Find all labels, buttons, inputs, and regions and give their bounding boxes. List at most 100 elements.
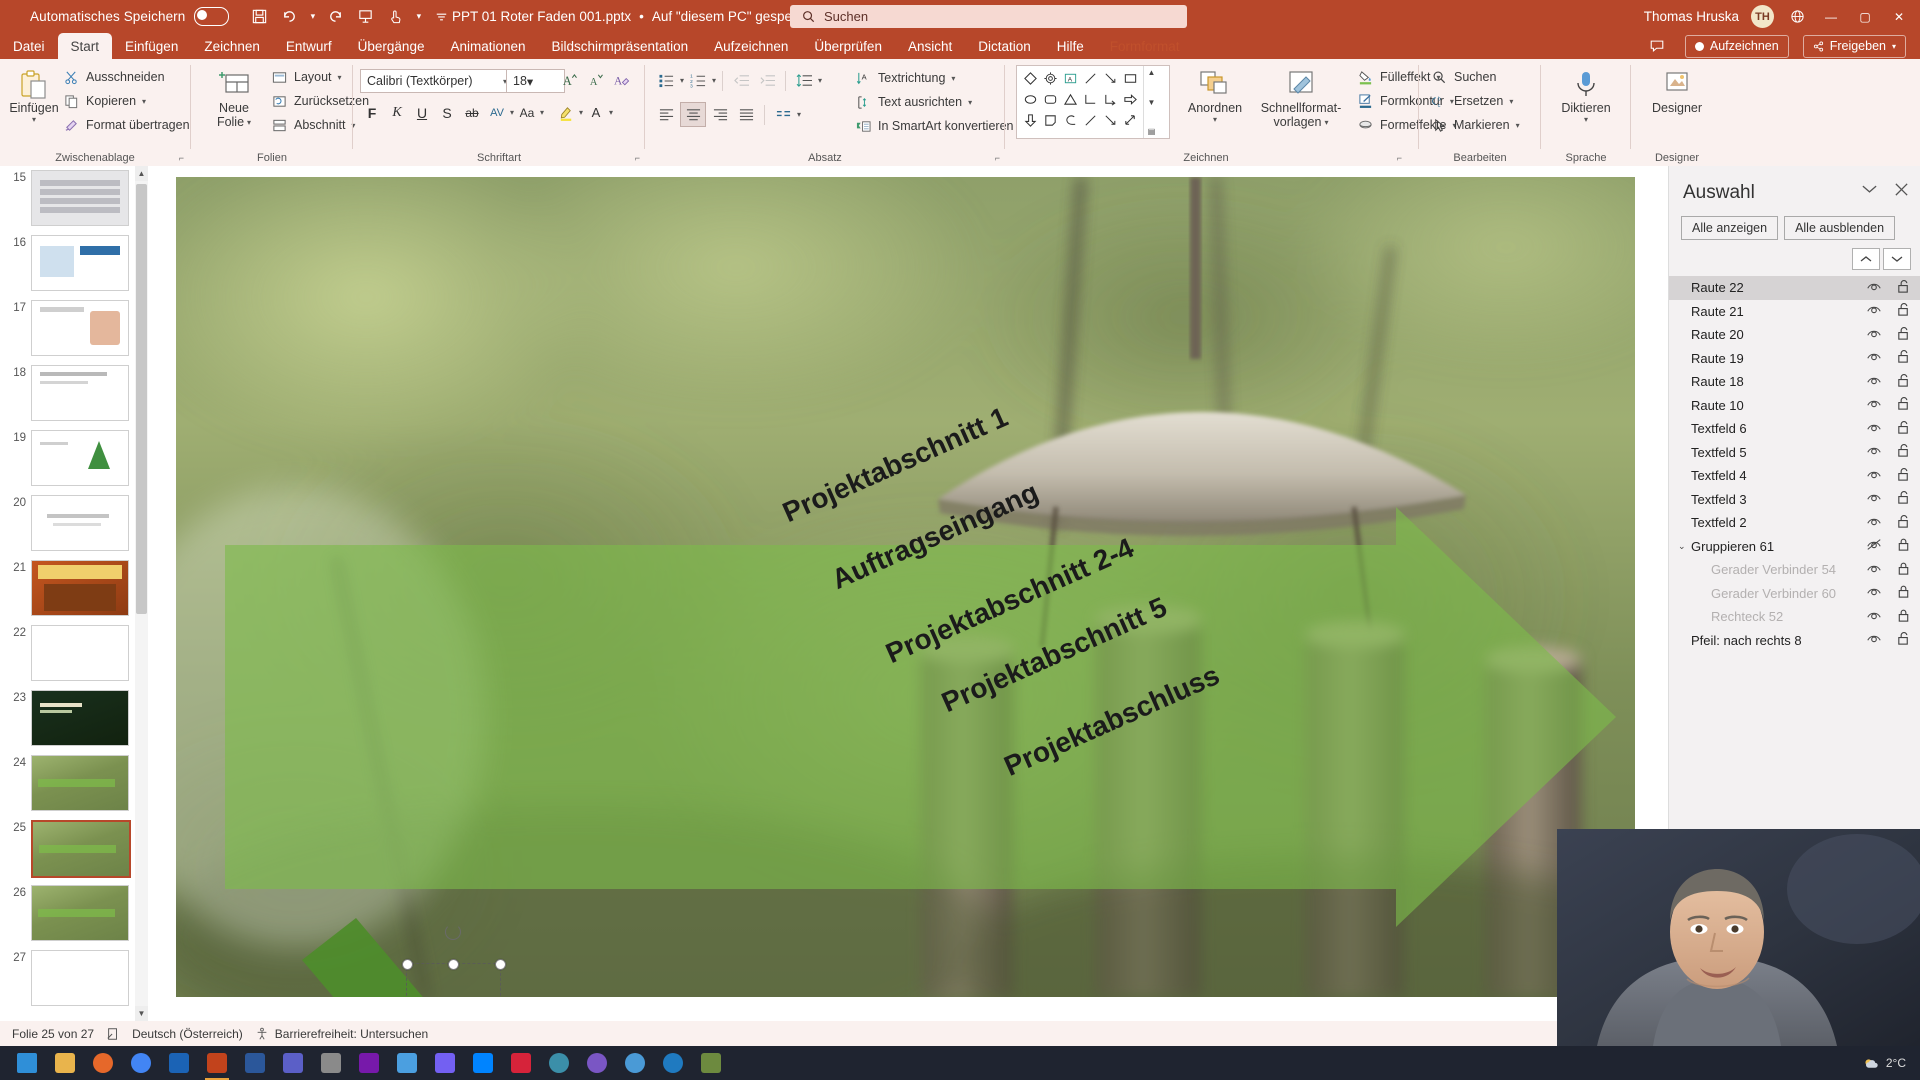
tab-hilfe[interactable]: Hilfe (1044, 33, 1097, 59)
thumbnail-row[interactable]: 23 (0, 690, 148, 746)
shadow-button[interactable]: S (435, 101, 459, 124)
tab-bildschirmpr-sentation[interactable]: Bildschirmpräsentation (539, 33, 702, 59)
increase-indent-button[interactable] (755, 69, 779, 92)
dictate-dropdown-icon[interactable]: ▾ (1584, 115, 1588, 124)
dictate-button[interactable]: Diktieren ▾ (1556, 67, 1616, 125)
thumbnail-row[interactable]: 19 (0, 430, 148, 486)
font-size-dropdown-icon[interactable]: ▾ (527, 74, 533, 89)
shape-oval-icon[interactable] (1020, 89, 1040, 110)
taskbar-camtasia[interactable] (312, 1046, 350, 1080)
close-icon[interactable]: ✕ (1888, 6, 1910, 28)
format-painter-button[interactable]: Format übertragen (62, 116, 190, 134)
lock-closed-icon[interactable] (1896, 584, 1911, 602)
font-name-combo[interactable]: Calibri (Textkörper) ▾ (360, 69, 514, 93)
tab-entwurf[interactable]: Entwurf (273, 33, 345, 59)
highlight-dropdown-icon[interactable]: ▾ (579, 108, 583, 117)
show-all-button[interactable]: Alle anzeigen (1681, 216, 1779, 240)
lock-open-icon[interactable] (1896, 279, 1911, 297)
font-color-dropdown-icon[interactable]: ▾ (609, 108, 613, 117)
text-highlight-button[interactable] (554, 101, 578, 124)
eye-visible-icon[interactable] (1866, 444, 1882, 460)
eye-visible-icon[interactable] (1866, 421, 1882, 437)
restore-icon[interactable]: ▢ (1854, 6, 1876, 28)
eye-visible-icon[interactable] (1866, 515, 1882, 531)
paste-dropdown-icon[interactable]: ▾ (32, 115, 36, 124)
eye-hidden-icon[interactable] (1866, 538, 1882, 554)
thumbnail-slide-15[interactable] (31, 170, 129, 226)
align-center-button[interactable] (680, 102, 706, 127)
touch-dropdown-icon[interactable]: ▾ (412, 11, 425, 22)
start-slideshow-icon[interactable] (352, 3, 379, 30)
text-direction-button[interactable]: A Textrichtung ▾ (854, 69, 955, 87)
arrange-dropdown-icon[interactable]: ▾ (1213, 115, 1217, 124)
selection-pane-item[interactable]: Textfeld 5 (1669, 441, 1920, 465)
slide-thumbnail-pane[interactable]: 15 16 17 18 19 20 21 22 23 24 25 26 27 (0, 166, 149, 1021)
clear-formatting-button[interactable]: A (609, 69, 633, 92)
align-right-button[interactable] (708, 103, 732, 126)
columns-dropdown-icon[interactable]: ▾ (797, 110, 801, 119)
eye-visible-icon[interactable] (1866, 632, 1882, 648)
justify-button[interactable] (734, 103, 758, 126)
taskbar-outlook[interactable] (160, 1046, 198, 1080)
line-spacing-dropdown-icon[interactable]: ▾ (818, 76, 822, 85)
line-spacing-button[interactable] (792, 69, 816, 92)
taskbar-media-player[interactable] (540, 1046, 578, 1080)
lock-open-icon[interactable] (1896, 467, 1911, 485)
paste-button[interactable]: Einfügen ▾ (8, 67, 60, 125)
shape-block-arrow-icon[interactable] (1120, 89, 1140, 110)
bullets-button[interactable] (654, 69, 678, 92)
copy-button[interactable]: Kopieren ▾ (62, 92, 146, 110)
selection-pane-item[interactable]: Raute 21 (1669, 300, 1920, 324)
shapes-more-icon[interactable]: ▤ (1148, 127, 1156, 136)
thumbnail-slide-22[interactable] (31, 625, 129, 681)
thumbnail-slide-18[interactable] (31, 365, 129, 421)
shape-line-icon[interactable] (1080, 68, 1100, 89)
drawing-dialog-launcher-icon[interactable]: ⌐ (1397, 153, 1402, 163)
taskbar-chrome[interactable] (122, 1046, 160, 1080)
tab--berpr-fen[interactable]: Überprüfen (801, 33, 895, 59)
find-button[interactable]: Suchen (1430, 68, 1496, 86)
thumbnail-scroll-up-icon[interactable]: ▲ (135, 166, 148, 181)
clipboard-dialog-launcher-icon[interactable]: ⌐ (179, 153, 184, 163)
taskbar-word[interactable] (236, 1046, 274, 1080)
selection-pane-item[interactable]: Pfeil: nach rechts 8 (1669, 629, 1920, 653)
shape-elbow-arrow-icon[interactable] (1100, 89, 1120, 110)
quick-styles-button[interactable]: Schnellformat- vorlagen ▾ (1253, 67, 1349, 130)
section-button[interactable]: Abschnitt ▾ (270, 116, 355, 134)
selection-pane-item[interactable]: Rechteck 52 (1669, 605, 1920, 629)
lock-closed-icon[interactable] (1896, 537, 1911, 555)
grow-font-button[interactable]: A (557, 69, 581, 92)
record-button[interactable]: Aufzeichnen (1684, 34, 1789, 58)
share-dropdown-icon[interactable]: ▾ (1892, 42, 1896, 51)
lock-open-icon[interactable] (1896, 302, 1911, 320)
thumbnail-row[interactable]: 17 (0, 300, 148, 356)
tab-zeichnen[interactable]: Zeichnen (191, 33, 273, 59)
selection-pane-item[interactable]: Raute 10 (1669, 394, 1920, 418)
lock-open-icon[interactable] (1896, 631, 1911, 649)
tab-start[interactable]: Start (57, 33, 113, 59)
thumbnail-row[interactable]: 27 (0, 950, 148, 1006)
move-down-button[interactable] (1883, 248, 1911, 270)
thumbnail-row[interactable]: 20 (0, 495, 148, 551)
rotation-handle[interactable] (445, 924, 461, 940)
taskbar-firefox[interactable] (84, 1046, 122, 1080)
hide-all-button[interactable]: Alle ausblenden (1784, 216, 1896, 240)
comments-icon[interactable] (1644, 33, 1671, 60)
lock-open-icon[interactable] (1896, 326, 1911, 344)
replace-button[interactable]: bc Ersetzen ▾ (1430, 92, 1513, 110)
arrange-button[interactable]: Anordnen ▾ (1181, 67, 1249, 125)
tab-dictation[interactable]: Dictation (965, 33, 1044, 59)
thumbnail-slide-17[interactable] (31, 300, 129, 356)
shape-folded-corner-icon[interactable] (1040, 110, 1060, 131)
bullets-dropdown-icon[interactable]: ▾ (680, 76, 684, 85)
undo-icon[interactable] (276, 3, 303, 30)
thumbnail-scroll-thumb[interactable] (136, 184, 147, 614)
thumbnail-slide-27[interactable] (31, 950, 129, 1006)
weather-indicator[interactable]: 2°C (1863, 1056, 1906, 1071)
globe-icon[interactable] (1786, 6, 1808, 28)
autosave-control[interactable]: Automatisches Speichern (30, 7, 230, 26)
taskbar-messenger[interactable] (464, 1046, 502, 1080)
selection-pane-item[interactable]: ⌄ Gruppieren 61 (1669, 535, 1920, 559)
shape-line-alt-icon[interactable] (1080, 110, 1100, 131)
shape-textbox-icon[interactable]: A (1060, 68, 1080, 89)
